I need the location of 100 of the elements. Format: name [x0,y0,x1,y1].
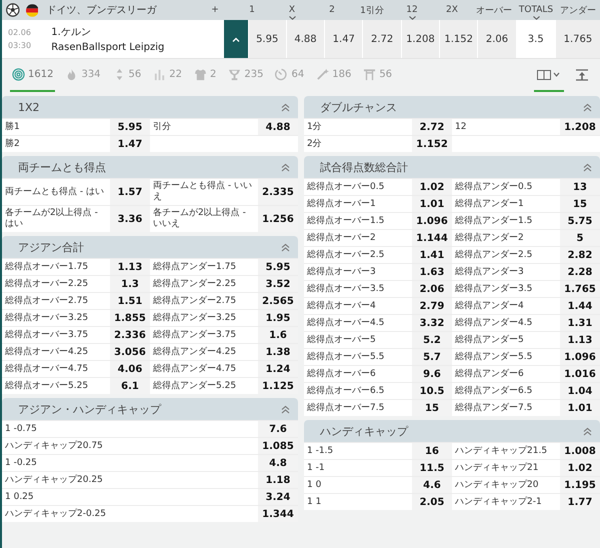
market-header[interactable]: ダブルチャンス [304,96,600,118]
bet-label: 1 -1 [306,462,326,474]
odds-button[interactable]: 13 [560,179,600,195]
odds-button[interactable]: 1.01 [412,196,452,212]
odds-button[interactable]: 15 [560,196,600,212]
odds-button[interactable]: 1.38 [258,344,298,360]
bet-label: 総得点アンダー7.5 [454,402,534,414]
odds-button[interactable]: 1.855 [110,310,150,326]
odds-button[interactable]: 1.44 [560,298,600,314]
odds-button[interactable]: 1.18 [258,472,298,488]
odds-button[interactable]: 4.6 [412,477,452,493]
odds-button[interactable]: 2.72 [412,119,452,135]
odds-button[interactable]: 1.13 [560,332,600,348]
team-name[interactable]: RasenBallsport Leipzig [51,42,224,53]
odds-button[interactable]: 3.056 [110,344,150,360]
odds-button[interactable]: 1.31 [560,315,600,331]
odds-button[interactable]: 2.335 [258,179,298,205]
odds-button[interactable]: 5.2 [412,332,452,348]
odds-button[interactable]: 1.77 [560,494,600,510]
chevron-down-icon[interactable] [288,16,296,20]
odds-button[interactable]: 1.008 [560,443,600,459]
collapse-icon[interactable] [281,162,290,172]
odds-button[interactable]: 2.05 [412,494,452,510]
odds-button[interactable]: 16 [412,443,452,459]
odds-button[interactable]: 1.02 [560,460,600,476]
odds-button[interactable]: 1.47 [110,136,150,152]
odds-button[interactable]: 1.344 [258,506,298,522]
chevron-down-icon[interactable] [408,16,416,20]
odds-button[interactable]: 4.8 [258,455,298,471]
odds-button[interactable]: 5.95 [258,259,298,275]
odds-button[interactable]: 15 [412,400,452,416]
odds-button[interactable]: 4.88 [286,20,324,58]
odds-button[interactable]: 1.208 [400,20,440,58]
collapse-icon[interactable] [281,404,290,414]
market-header[interactable]: 両チームとも得点 [2,156,298,178]
odds-button[interactable]: 10.5 [412,383,452,399]
collapse-icon[interactable] [583,162,592,172]
odds-button[interactable]: 6.1 [110,378,150,394]
collapse-icon[interactable] [583,102,592,112]
odds-button[interactable]: 1.765 [554,20,600,58]
odds-button[interactable]: 1.57 [110,179,150,205]
odds-button[interactable]: 1.096 [412,213,452,229]
odds-button[interactable]: 1.02 [412,179,452,195]
odds-button[interactable]: 4.06 [110,361,150,377]
odds-button[interactable]: 1.13 [110,259,150,275]
odds-button[interactable]: 2.82 [560,247,600,263]
team-name[interactable]: 1.ケルン [51,25,224,39]
market-header[interactable]: アジアン合計 [2,236,298,258]
bet-label: 1 0 [306,478,322,492]
odds-button[interactable]: 1.152 [439,20,478,58]
odds-button[interactable]: 1.256 [258,206,298,232]
odds-button[interactable]: 2.565 [258,293,298,309]
odds-button[interactable]: 11.5 [412,460,452,476]
odds-button[interactable]: 2.06 [477,20,516,58]
odds-button[interactable]: 2.72 [362,20,401,58]
market-header[interactable]: ハンディキャップ [304,420,600,442]
odds-button[interactable]: 9.6 [412,366,452,382]
odds-button[interactable]: 1.096 [560,349,600,365]
odds-button[interactable]: 3.32 [412,315,452,331]
odds-button[interactable]: 4.88 [258,119,298,135]
collapse-icon[interactable] [583,426,592,436]
odds-button[interactable]: 1.24 [258,361,298,377]
odds-button[interactable]: 5 [560,230,600,246]
odds-button[interactable]: 5.75 [560,213,600,229]
odds-button[interactable]: 1.195 [560,477,600,493]
odds-button[interactable]: 2.06 [412,281,452,297]
collapse-icon[interactable] [281,102,290,112]
odds-button[interactable]: 1.144 [412,230,452,246]
odds-button[interactable]: 1.765 [560,281,600,297]
odds-button[interactable]: 1.085 [258,438,298,454]
bet-label: 総得点アンダー3.75 [152,328,238,342]
chevron-down-icon[interactable] [532,16,540,20]
odds-button[interactable]: 3.52 [258,276,298,292]
odds-button[interactable]: 1.6 [258,327,298,343]
odds-button[interactable]: 1.04 [560,383,600,399]
market-header[interactable]: 1X2 [2,96,298,118]
odds-button[interactable]: 1.125 [258,378,298,394]
odds-button[interactable]: 1.3 [110,276,150,292]
odds-button[interactable]: 2.28 [560,264,600,280]
odds-button[interactable]: 1.47 [324,20,362,58]
market-header[interactable]: 試合得点数総合計 [304,156,600,178]
odds-button[interactable]: 5.7 [412,349,452,365]
odds-button[interactable]: 1.63 [412,264,452,280]
odds-button[interactable]: 1.016 [560,366,600,382]
odds-button[interactable]: 1.95 [258,310,298,326]
odds-button[interactable]: 1.51 [110,293,150,309]
odds-button[interactable]: 5.95 [248,20,286,58]
odds-button[interactable]: 5.95 [110,119,150,135]
odds-button[interactable]: 7.6 [258,421,298,437]
odds-button[interactable]: 1.152 [412,136,452,152]
market-header[interactable]: アジアン・ハンディキャップ [2,398,298,420]
odds-button[interactable]: 1.208 [560,119,600,135]
odds-button[interactable]: 1.41 [412,247,452,263]
odds-button[interactable]: 1.01 [560,400,600,416]
odds-button[interactable]: 3.36 [110,206,150,232]
filter-tab[interactable]: 1612 [10,59,56,92]
odds-button[interactable]: 2.79 [412,298,452,314]
collapse-icon[interactable] [281,242,290,252]
odds-button[interactable]: 3.24 [258,489,298,505]
odds-button[interactable]: 2.336 [110,327,150,343]
